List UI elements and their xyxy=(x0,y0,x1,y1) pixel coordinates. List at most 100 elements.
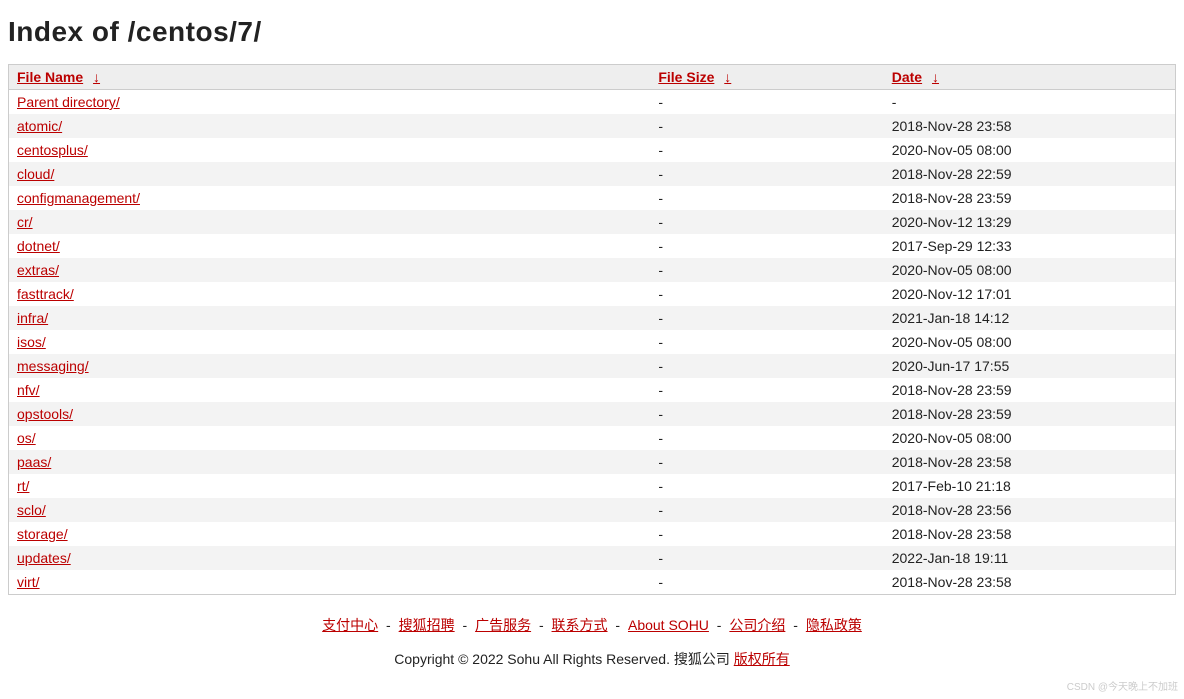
cell-name: os/ xyxy=(9,426,651,450)
footer-link[interactable]: 公司介绍 xyxy=(729,617,785,633)
cell-name: rt/ xyxy=(9,474,651,498)
cell-name: extras/ xyxy=(9,258,651,282)
watermark: CSDN @今天晚上不加班 xyxy=(1067,678,1178,693)
file-link[interactable]: configmanagement/ xyxy=(17,190,140,206)
cell-size: - xyxy=(650,474,883,498)
table-row: storage/-2018-Nov-28 23:58 xyxy=(9,522,1176,546)
table-row: centosplus/ -2020-Nov-05 08:00 xyxy=(9,138,1176,162)
cell-name: infra/ xyxy=(9,306,651,330)
cell-size: - xyxy=(650,378,883,402)
cell-date: 2018-Nov-28 23:58 xyxy=(884,522,1176,546)
cell-size: - xyxy=(650,258,883,282)
table-row: paas/-2018-Nov-28 23:58 xyxy=(9,450,1176,474)
file-link[interactable]: rt/ xyxy=(17,478,29,494)
cell-name: cr/ xyxy=(9,210,651,234)
cell-date: 2018-Nov-28 23:59 xyxy=(884,378,1176,402)
cell-name: updates/ xyxy=(9,546,651,570)
file-link[interactable]: cr/ xyxy=(17,214,33,230)
cell-date: 2018-Nov-28 23:58 xyxy=(884,114,1176,138)
cell-date: 2018-Nov-28 23:56 xyxy=(884,498,1176,522)
cell-name: paas/ xyxy=(9,450,651,474)
file-link[interactable]: paas/ xyxy=(17,454,51,470)
table-header-row: File Name ↓ File Size ↓ Date ↓ xyxy=(9,65,1176,90)
sort-by-size-link[interactable]: File Size xyxy=(658,69,714,85)
cell-size: - xyxy=(650,234,883,258)
footer-separator: - xyxy=(459,617,471,633)
table-row: nfv/ -2018-Nov-28 23:59 xyxy=(9,378,1176,402)
table-row: messaging/ -2020-Jun-17 17:55 xyxy=(9,354,1176,378)
footer-separator: - xyxy=(535,617,547,633)
cell-name: cloud/ xyxy=(9,162,651,186)
cell-size: - xyxy=(650,282,883,306)
file-link[interactable]: messaging/ xyxy=(17,358,89,374)
cell-name: configmanagement/ xyxy=(9,186,651,210)
file-link[interactable]: storage/ xyxy=(17,526,68,542)
file-link[interactable]: dotnet/ xyxy=(17,238,60,254)
cell-name: atomic/ xyxy=(9,114,651,138)
footer-separator: - xyxy=(382,617,394,633)
cell-name: centosplus/ xyxy=(9,138,651,162)
footer-link[interactable]: 联系方式 xyxy=(552,617,608,633)
col-header-date: Date ↓ xyxy=(884,65,1176,90)
file-link[interactable]: extras/ xyxy=(17,262,59,278)
cell-size: - xyxy=(650,210,883,234)
cell-name: messaging/ xyxy=(9,354,651,378)
cell-name: virt/ xyxy=(9,570,651,595)
cell-name: sclo/ xyxy=(9,498,651,522)
footer-link[interactable]: 搜狐招聘 xyxy=(399,617,455,633)
cell-size: - xyxy=(650,546,883,570)
sort-by-name-link[interactable]: File Name xyxy=(17,69,83,85)
col-header-name: File Name ↓ xyxy=(9,65,651,90)
cell-date: 2020-Nov-05 08:00 xyxy=(884,138,1176,162)
file-link[interactable]: isos/ xyxy=(17,334,46,350)
file-link[interactable]: centosplus/ xyxy=(17,142,88,158)
cell-date: - xyxy=(884,90,1176,115)
cell-name: isos/ xyxy=(9,330,651,354)
cell-name: dotnet/ xyxy=(9,234,651,258)
cell-date: 2020-Nov-05 08:00 xyxy=(884,330,1176,354)
cell-size: - xyxy=(650,450,883,474)
cell-date: 2020-Jun-17 17:55 xyxy=(884,354,1176,378)
copyright-link[interactable]: 版权所有 xyxy=(734,651,790,667)
cell-name: opstools/ xyxy=(9,402,651,426)
footer-separator: - xyxy=(612,617,624,633)
file-link[interactable]: opstools/ xyxy=(17,406,73,422)
cell-name: fasttrack/ xyxy=(9,282,651,306)
table-row: sclo/-2018-Nov-28 23:56 xyxy=(9,498,1176,522)
cell-size: - xyxy=(650,354,883,378)
sort-arrow-name[interactable]: ↓ xyxy=(93,69,100,85)
cell-size: - xyxy=(650,402,883,426)
file-listing-table: File Name ↓ File Size ↓ Date ↓ Parent di… xyxy=(8,64,1176,595)
cell-size: - xyxy=(650,138,883,162)
copyright-text: Copyright © 2022 Sohu All Rights Reserve… xyxy=(394,651,733,667)
table-body: Parent directory/--atomic/-2018-Nov-28 2… xyxy=(9,90,1176,595)
file-link[interactable]: Parent directory/ xyxy=(17,94,120,110)
file-link[interactable]: os/ xyxy=(17,430,36,446)
table-row: virt/-2018-Nov-28 23:58 xyxy=(9,570,1176,595)
sort-arrow-size[interactable]: ↓ xyxy=(724,69,731,85)
cell-size: - xyxy=(650,306,883,330)
sort-arrow-date[interactable]: ↓ xyxy=(932,69,939,85)
sort-by-date-link[interactable]: Date xyxy=(892,69,922,85)
footer-separator: - xyxy=(789,617,801,633)
cell-date: 2020-Nov-12 17:01 xyxy=(884,282,1176,306)
file-link[interactable]: updates/ xyxy=(17,550,71,566)
file-link[interactable]: nfv/ xyxy=(17,382,40,398)
footer-link[interactable]: About SOHU xyxy=(628,617,709,633)
file-link[interactable]: fasttrack/ xyxy=(17,286,74,302)
page-title: Index of /centos/7/ xyxy=(8,16,1176,48)
file-link[interactable]: infra/ xyxy=(17,310,48,326)
file-link[interactable]: cloud/ xyxy=(17,166,54,182)
footer-link[interactable]: 隐私政策 xyxy=(806,617,862,633)
cell-name: Parent directory/ xyxy=(9,90,651,115)
footer-link[interactable]: 广告服务 xyxy=(475,617,531,633)
cell-date: 2018-Nov-28 23:59 xyxy=(884,402,1176,426)
cell-date: 2017-Feb-10 21:18 xyxy=(884,474,1176,498)
footer-link[interactable]: 支付中心 xyxy=(322,617,378,633)
table-row: cr/ -2020-Nov-12 13:29 xyxy=(9,210,1176,234)
file-link[interactable]: atomic/ xyxy=(17,118,62,134)
cell-date: 2020-Nov-12 13:29 xyxy=(884,210,1176,234)
cell-size: - xyxy=(650,114,883,138)
file-link[interactable]: sclo/ xyxy=(17,502,46,518)
file-link[interactable]: virt/ xyxy=(17,574,40,590)
